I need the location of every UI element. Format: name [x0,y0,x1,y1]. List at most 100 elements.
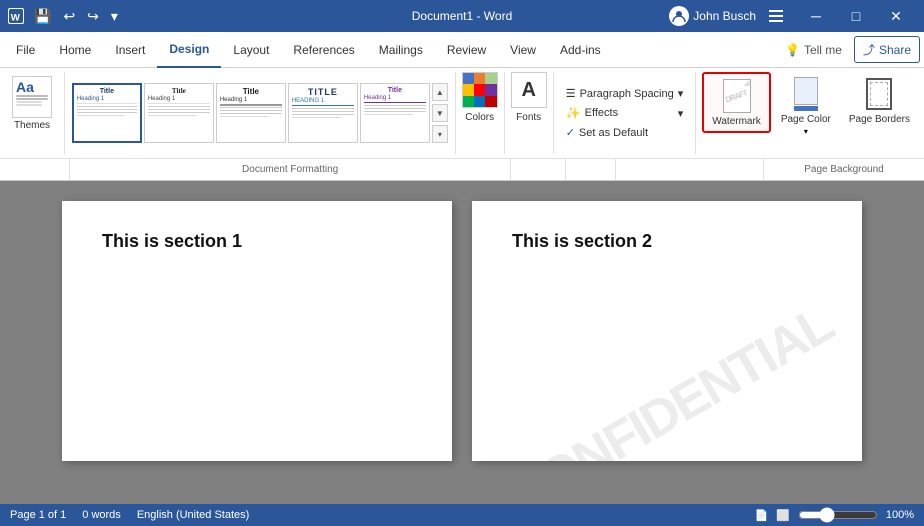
ft-text-5c [364,111,426,112]
window-controls: ─ □ ✕ [796,0,916,32]
ft-text-5a [364,105,426,106]
colors-group-content: Colors [462,72,498,154]
colors-label: Colors [465,112,494,123]
page-bg-group-label: Page Background [764,159,924,180]
ribbon: File Home Insert Design Layout Reference… [0,32,924,181]
ft-text-1d [77,115,125,116]
format-thumb-4[interactable]: TITLE HEADING 1 [288,83,358,143]
language[interactable]: English (United States) [137,509,250,521]
format-thumb-normal[interactable]: Title Heading 1 [72,83,142,143]
themes-line3 [16,101,42,103]
minimize-button[interactable]: ─ [796,0,836,32]
effects-icon: ✨ [566,106,581,120]
watermark-icon: DRAFT [719,78,755,114]
paragraph-spacing-icon: ☰ [566,87,576,100]
tab-view[interactable]: View [498,32,548,68]
paragraph-spacing-label: Paragraph Spacing [580,88,674,100]
page-color-button[interactable]: Page Color ▾ [773,72,839,140]
format-thumb-2[interactable]: Title Heading 1 [144,83,214,143]
tab-design[interactable]: Design [157,32,221,68]
effects-button[interactable]: ✨ Effects ▾ [560,104,690,122]
tab-addins[interactable]: Add-ins [548,32,613,68]
page-borders-button[interactable]: Page Borders [841,72,918,129]
format-scroll-arrows: ▲ ▼ ▾ [432,83,448,143]
ft-text-3a [220,107,282,108]
themes-group-label [0,159,70,180]
tab-layout[interactable]: Layout [221,32,281,68]
group-labels-row: Document Formatting Page Background [0,158,924,180]
ft-text-2c [148,112,210,113]
section1-text: This is section 1 [102,231,412,252]
pb-inner [870,82,888,106]
tab-home[interactable]: Home [47,32,103,68]
tab-insert[interactable]: Insert [103,32,157,68]
view-layout-button[interactable]: ⬜ [776,509,790,522]
undo-button[interactable]: ↩ [59,6,79,27]
document-page-1[interactable]: This is section 1 [62,201,452,461]
format-thumb-3[interactable]: Title Heading 1 [216,83,286,143]
view-normal-button[interactable]: 📄 [754,509,768,522]
fonts-group: A Fonts [505,72,554,154]
themes-button[interactable]: Aa Themes [6,72,58,135]
color-cell-5 [474,84,485,95]
color-cell-7 [463,96,474,107]
page-color-dropdown-icon: ▾ [804,127,808,136]
format-thumb-5[interactable]: Title Heading 1 [360,83,430,143]
scroll-up-button[interactable]: ▲ [432,83,448,101]
ft-text-5d [364,114,414,115]
doc-formatting-group-label: Document Formatting [70,159,511,180]
set-as-default-button[interactable]: ✓ Set as Default [560,124,690,141]
scroll-down-button[interactable]: ▼ [432,104,448,122]
maximize-button[interactable]: □ [836,0,876,32]
ft-line-2 [148,103,210,104]
tab-row: File Home Insert Design Layout Reference… [0,32,924,68]
save-button[interactable]: 💾 [30,6,55,27]
para-group-label-bottom [616,159,764,180]
quick-access-dropdown[interactable]: ▾ [107,6,122,27]
colors-button[interactable] [462,72,498,108]
ft-text-5b [364,108,426,109]
tab-file[interactable]: File [4,32,47,68]
zoom-level: 100% [886,509,914,521]
zoom-slider[interactable] [798,507,878,523]
document-page-2[interactable]: This is section 2 CONFIDENTIAL [472,201,862,461]
tab-review[interactable]: Review [435,32,498,68]
close-button[interactable]: ✕ [876,0,916,32]
page-bg-buttons: DRAFT Watermark Page Color [702,72,918,154]
paragraph-effects-group: ☰ Paragraph Spacing ▾ ✨ Effects ▾ ✓ Set … [554,72,697,154]
page-info[interactable]: Page 1 of 1 [10,509,66,521]
ribbon-display-button[interactable] [764,4,788,28]
tab-mailings[interactable]: Mailings [367,32,435,68]
paragraph-spacing-button[interactable]: ☰ Paragraph Spacing ▾ [560,85,690,102]
themes-label: Themes [14,120,50,131]
word-count[interactable]: 0 words [82,509,121,521]
color-cell-6 [485,84,496,95]
tab-references[interactable]: References [281,32,366,68]
title-bar-right: John Busch ─ □ ✕ [669,0,916,32]
status-bar-right: 📄 ⬜ 100% [754,507,914,523]
themes-line2 [16,98,48,100]
redo-button[interactable]: ↪ [83,6,103,27]
page-borders-label: Page Borders [849,114,910,125]
document-formatting-group: Title Heading 1 Title Heading 1 [65,72,456,154]
ft-text-3b [220,110,282,111]
ft-title-4: TITLE [292,87,354,97]
colors-group: Colors [456,72,505,154]
themes-preview-icon: Aa [12,76,52,118]
themes-line4 [16,104,42,106]
watermark-label: Watermark [712,116,761,127]
watermark-preview-text: DRAFT [725,88,749,104]
share-button[interactable]: ⤴ Share [854,36,920,63]
title-bar: W 💾 ↩ ↪ ▾ Document1 - Word John Busch ─ … [0,0,924,32]
word-app-icon: W [8,8,24,24]
fonts-button[interactable]: A [511,72,547,108]
tell-me-button[interactable]: 💡 Tell me [777,39,850,61]
color-cell-1 [463,73,474,84]
ft-line-1 [77,103,137,104]
ft-text-4a [292,108,354,109]
watermark-button[interactable]: DRAFT Watermark [702,72,771,133]
scroll-more-button[interactable]: ▾ [432,125,448,143]
doc-fold [744,80,750,86]
user-info[interactable]: John Busch [669,6,756,26]
themes-line1 [16,95,48,97]
